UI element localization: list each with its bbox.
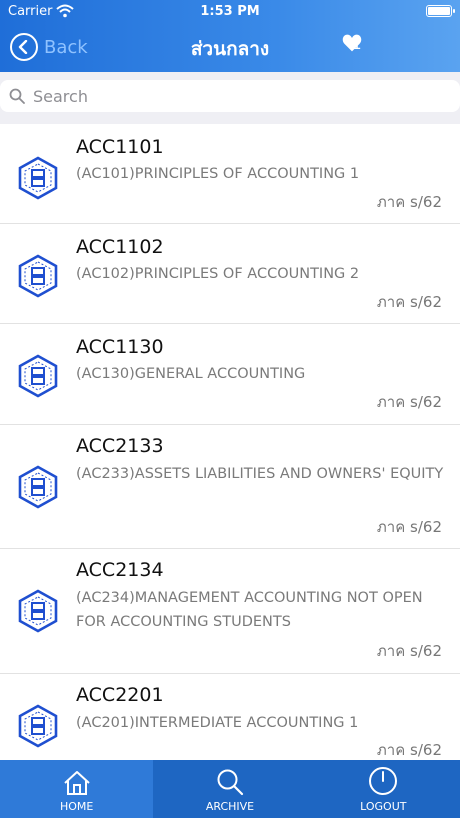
course-row[interactable]: ACC2133 (AC233)ASSETS LIABILITIES AND OW… [0,425,460,549]
course-name: (AC101)PRINCIPLES OF ACCOUNTING 1 [76,166,360,182]
tab-home-label: HOME [59,800,94,813]
home-icon [63,771,90,795]
course-book-icon [18,156,58,200]
battery-icon [426,5,455,17]
course-code: ACC2201 [76,684,164,706]
course-term: ภาค s/62 [376,518,442,536]
favorite-count: 1 [352,35,362,53]
course-book-icon [18,354,58,398]
course-list: ACC1101 (AC101)PRINCIPLES OF ACCOUNTING … [0,124,460,760]
course-book-icon [18,704,58,748]
back-button[interactable]: Back [10,32,88,62]
course-term: ภาค s/62 [376,393,442,411]
navigation-header: Carrier 1:53 PM Back ส่วนกลาง 1 [0,0,460,72]
course-row[interactable]: ACC1101 (AC101)PRINCIPLES OF ACCOUNTING … [0,124,460,224]
course-name: (AC201)INTERMEDIATE ACCOUNTING 1 [76,715,359,731]
search-input[interactable] [33,86,433,106]
course-code: ACC2134 [76,559,164,581]
search-bar [0,72,460,124]
tab-logout[interactable]: LOGOUT [307,760,460,818]
search-icon [217,769,244,796]
power-icon [369,767,398,795]
tab-archive-label: ARCHIVE [205,800,255,813]
course-name: (AC234)MANAGEMENT ACCOUNTING NOT OPEN FO… [76,590,423,630]
tab-bar: HOME ARCHIVE LOGOUT [0,760,460,818]
course-term: ภาค s/62 [376,741,442,759]
tab-archive[interactable]: ARCHIVE [153,760,306,818]
course-term: ภาค s/62 [376,193,442,211]
course-code: ACC1102 [76,236,164,258]
back-label: Back [44,36,88,58]
course-row[interactable]: ACC2134 (AC234)MANAGEMENT ACCOUNTING NOT… [0,549,460,674]
search-field[interactable] [0,80,460,112]
tab-home[interactable]: HOME [0,760,154,818]
course-book-icon [18,465,58,509]
course-term: ภาค s/62 [376,293,442,311]
course-code: ACC1101 [76,136,164,158]
course-book-icon [18,589,58,633]
course-row[interactable]: ACC1102 (AC102)PRINCIPLES OF ACCOUNTING … [0,224,460,324]
course-code: ACC2133 [76,435,164,457]
course-code: ACC1130 [76,336,164,358]
course-book-icon [18,254,58,298]
chevron-left-icon [10,33,38,61]
tab-logout-label: LOGOUT [360,800,407,813]
course-term: ภาค s/62 [376,642,442,660]
clock: 1:53 PM [200,4,260,19]
course-name: (AC102)PRINCIPLES OF ACCOUNTING 2 [76,266,360,282]
course-row[interactable]: ACC2201 (AC201)INTERMEDIATE ACCOUNTING 1… [0,674,460,760]
status-bar: Carrier 1:53 PM [0,0,460,24]
search-icon [9,88,25,104]
course-name: (AC130)GENERAL ACCOUNTING [76,366,306,382]
course-row[interactable]: ACC1130 (AC130)GENERAL ACCOUNTING ภาค s/… [0,324,460,425]
course-name: (AC233)ASSETS LIABILITIES AND OWNERS' EQ… [76,466,444,482]
